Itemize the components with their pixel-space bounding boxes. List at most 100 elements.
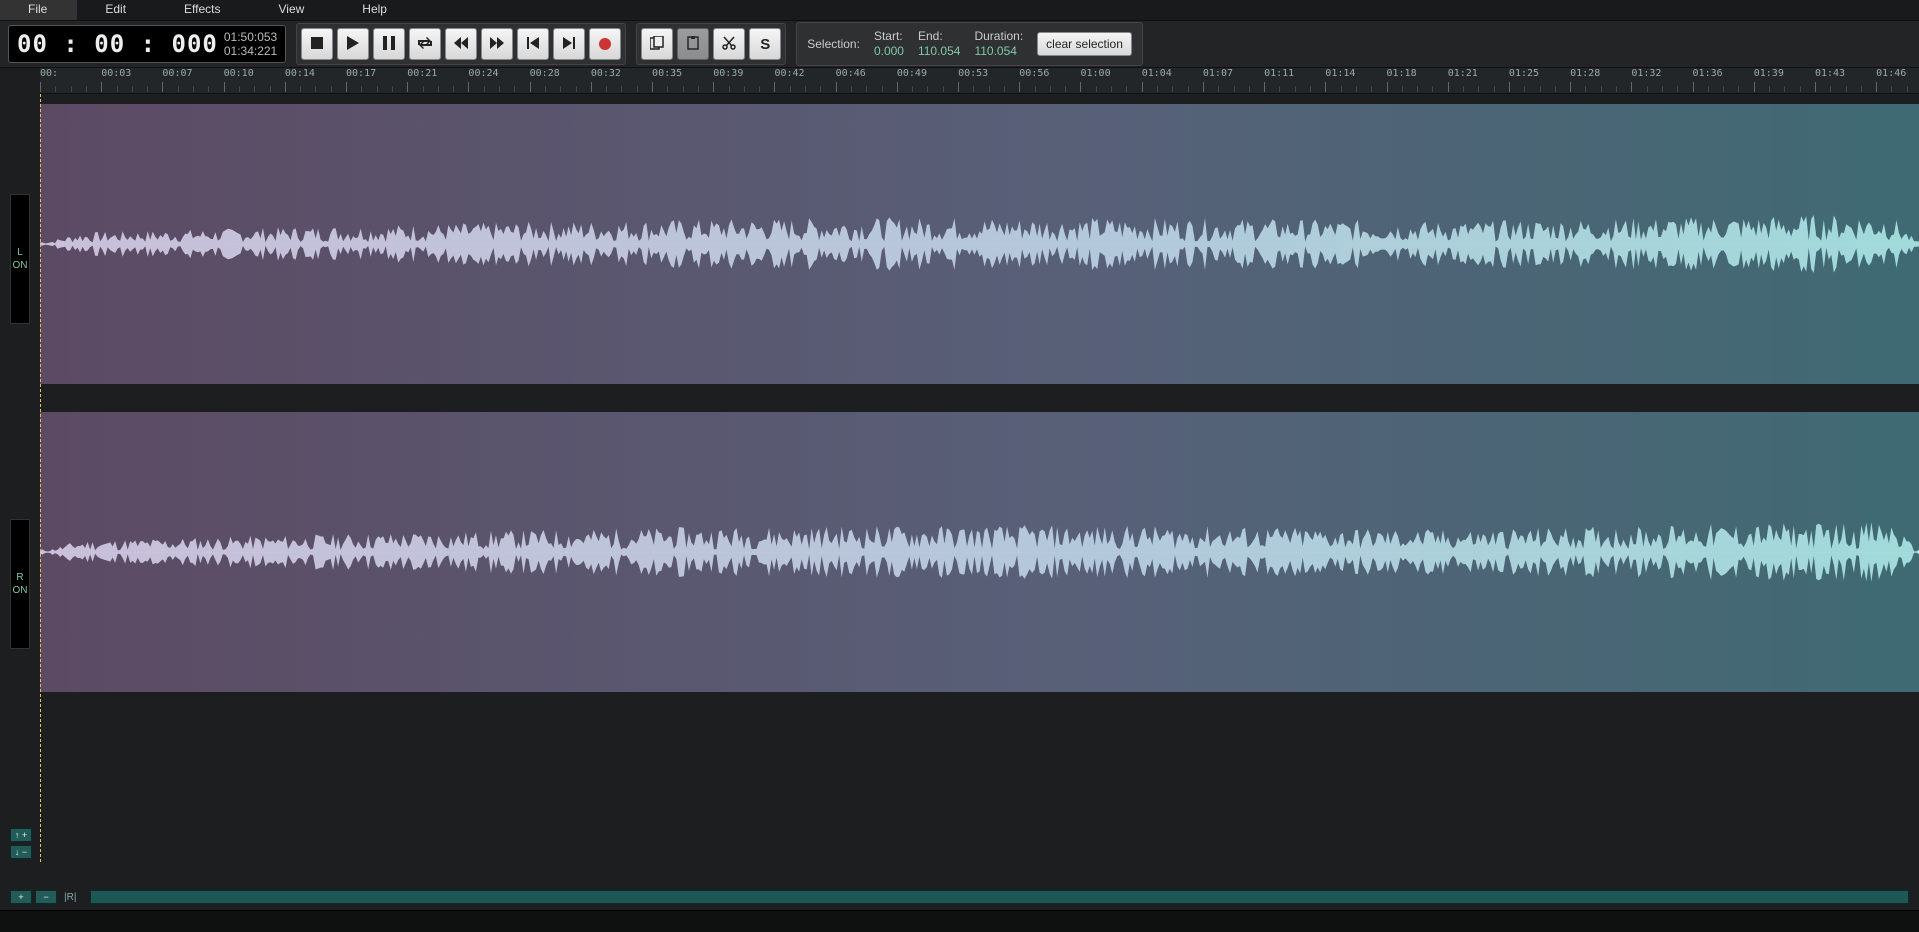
time-current: 00 : 00 : 000 — [17, 30, 218, 58]
copy-icon — [650, 36, 664, 53]
paste-button[interactable] — [677, 28, 709, 60]
waveform-right — [40, 412, 1919, 692]
selection-end-value: 110.054 — [918, 44, 961, 59]
record-icon — [599, 38, 611, 50]
copy-button[interactable] — [641, 28, 673, 60]
scissors-icon — [722, 36, 736, 53]
ruler-tick: 01:18 — [1387, 68, 1417, 79]
channel-r: R — [16, 572, 23, 583]
time-length: 01:34:221 — [224, 44, 277, 58]
ruler-tick: 01:36 — [1693, 68, 1723, 79]
toolbar: 00 : 00 : 000 01:50:053 01:34:221 S Sele… — [0, 20, 1919, 68]
ruler-tick: 00:10 — [224, 68, 254, 79]
ruler-tick: 00:49 — [897, 68, 927, 79]
channel-l-on: ON — [13, 260, 28, 271]
scrollbar-thumb[interactable] — [91, 891, 1908, 903]
selection-duration-value: 110.054 — [974, 44, 1017, 59]
ruler-tick: 01:14 — [1325, 68, 1355, 79]
paste-icon — [686, 36, 700, 53]
cut-button[interactable] — [713, 28, 745, 60]
ruler-tick: 01:28 — [1570, 68, 1600, 79]
channel-r-on: ON — [13, 585, 28, 596]
menu-help[interactable]: Help — [334, 0, 417, 20]
skip-start-icon — [527, 36, 539, 52]
selection-end-label: End: — [918, 29, 943, 44]
vzoom-controls: ↑ + — [10, 828, 32, 842]
ruler-tick: 01:11 — [1264, 68, 1294, 79]
ruler-tick: 01:39 — [1754, 68, 1784, 79]
time-ruler[interactable]: 00:00:0300:0700:1000:1400:1700:2100:2400… — [40, 68, 1919, 94]
forward-button[interactable] — [481, 28, 513, 60]
hzoom-controls: + − |R| — [10, 890, 76, 904]
skip-start-button[interactable] — [517, 28, 549, 60]
selection-panel: Selection: Start:0.000 End:110.054 Durat… — [796, 22, 1143, 66]
rewind-button[interactable] — [445, 28, 477, 60]
zoom-reset-button[interactable]: |R| — [64, 892, 76, 903]
fast-forward-icon — [490, 36, 504, 52]
ruler-tick: 01:32 — [1631, 68, 1661, 79]
record-button[interactable] — [589, 28, 621, 60]
ruler-tick: 00:17 — [346, 68, 376, 79]
play-button[interactable] — [337, 28, 369, 60]
ruler-tick: 00:42 — [774, 68, 804, 79]
menu-edit[interactable]: Edit — [77, 0, 156, 20]
vzoom-in-button[interactable]: ↑ + — [10, 828, 32, 842]
horizontal-scrollbar[interactable] — [90, 890, 1909, 904]
tracks-area: L ON R ON ↑ + ↓ − — [0, 94, 1919, 862]
ruler-tick: 01:04 — [1142, 68, 1172, 79]
menu-effects[interactable]: Effects — [156, 0, 250, 20]
transport-group — [296, 23, 626, 65]
menu-view[interactable]: View — [251, 0, 335, 20]
waveform-left — [40, 104, 1919, 384]
ruler-tick: 00:35 — [652, 68, 682, 79]
ruler-tick: 01:43 — [1815, 68, 1845, 79]
loop-button[interactable] — [409, 28, 441, 60]
clear-selection-button[interactable]: clear selection — [1037, 32, 1132, 56]
ruler-tick: 00:56 — [1019, 68, 1049, 79]
hzoom-in-button[interactable]: + — [10, 890, 32, 904]
ruler-tick: 00:24 — [468, 68, 498, 79]
ruler-tick: 01:00 — [1080, 68, 1110, 79]
menu-bar: File Edit Effects View Help — [0, 0, 1919, 20]
ruler-tick: 00:03 — [101, 68, 131, 79]
ruler-tick: 01:07 — [1203, 68, 1233, 79]
channel-label-left[interactable]: L ON — [10, 194, 30, 324]
pause-icon — [383, 36, 395, 53]
loop-icon — [417, 36, 433, 52]
skip-end-icon — [563, 36, 575, 52]
pause-button[interactable] — [373, 28, 405, 60]
hzoom-out-button[interactable]: − — [35, 890, 57, 904]
ruler-tick: 00:53 — [958, 68, 988, 79]
menu-file[interactable]: File — [0, 0, 77, 20]
selection-duration-label: Duration: — [974, 29, 1023, 44]
ruler-tick: 00:28 — [530, 68, 560, 79]
ruler-tick: 00:14 — [285, 68, 315, 79]
waveform-track-right[interactable] — [40, 412, 1919, 692]
time-display: 00 : 00 : 000 01:50:053 01:34:221 — [8, 25, 286, 63]
ruler-tick: 00: — [40, 68, 58, 79]
vzoom-out-button[interactable]: ↓ − — [10, 845, 32, 859]
ruler-tick: 01:46 — [1876, 68, 1906, 79]
channel-label-right[interactable]: R ON — [10, 519, 30, 649]
selection-start-value: 0.000 — [874, 44, 904, 59]
ruler-tick: 00:46 — [836, 68, 866, 79]
selection-label: Selection: — [807, 37, 860, 51]
playhead[interactable] — [40, 94, 41, 862]
ruler-tick: 00:32 — [591, 68, 621, 79]
edit-group: S — [636, 23, 786, 65]
rewind-icon — [454, 36, 468, 52]
ruler-tick: 00:39 — [713, 68, 743, 79]
status-bar — [0, 910, 1919, 932]
waveform-track-left[interactable] — [40, 104, 1919, 384]
ruler-tick: 01:25 — [1509, 68, 1539, 79]
stop-button[interactable] — [301, 28, 333, 60]
script-button[interactable]: S — [749, 28, 781, 60]
workspace: 00:00:0300:0700:1000:1400:1700:2100:2400… — [0, 68, 1919, 910]
selection-start-label: Start: — [874, 29, 903, 44]
ruler-tick: 01:21 — [1448, 68, 1478, 79]
vzoom-controls2: ↓ − — [10, 845, 32, 859]
skip-end-button[interactable] — [553, 28, 585, 60]
ruler-tick: 00:07 — [162, 68, 192, 79]
stop-icon — [311, 36, 323, 52]
play-icon — [347, 36, 359, 53]
